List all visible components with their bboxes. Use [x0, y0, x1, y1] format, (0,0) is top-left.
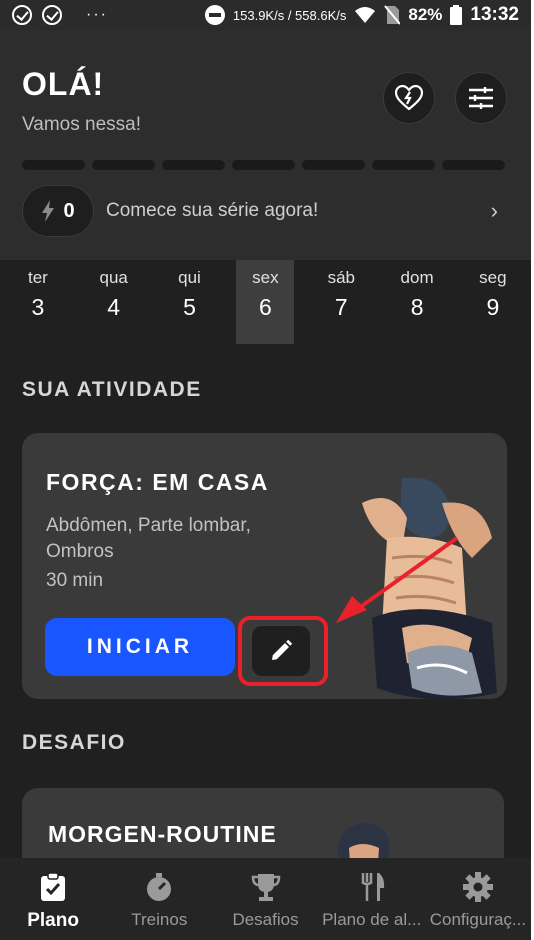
clock: 13:32: [470, 4, 519, 25]
battery-icon: [450, 5, 463, 25]
workout-title: FORÇA: EM CASA: [46, 469, 269, 495]
progress-segment: [442, 160, 505, 170]
streak-count: 0: [63, 199, 75, 222]
day-name: qua: [99, 268, 128, 287]
day-number: 3: [31, 294, 45, 320]
nav-tab-plano-alimentar[interactable]: Plano de al...: [319, 858, 425, 940]
activity-section-title: SUA ATIVIDADE: [22, 378, 202, 401]
nav-tab-plano[interactable]: Plano: [0, 858, 106, 940]
day-number: 7: [334, 294, 348, 320]
day-number: 8: [410, 294, 424, 320]
weekly-progress-segments: [22, 160, 505, 170]
nav-label: Plano: [27, 910, 79, 931]
day-tab-selected[interactable]: sex 6: [236, 260, 295, 344]
battery-level: 82%: [408, 5, 443, 24]
header-panel: OLÁ! Vamos nessa! 0 Comece sua série ago…: [0, 30, 531, 260]
progress-segment: [372, 160, 435, 170]
progress-segment: [302, 160, 365, 170]
gear-icon: [461, 870, 495, 904]
check-circle-icon: [12, 5, 32, 25]
day-number: 6: [258, 294, 272, 320]
streak-text: Comece sua série agora!: [106, 200, 319, 221]
check-circle-icon: [42, 5, 62, 25]
day-tab[interactable]: qui 5: [152, 260, 228, 344]
pencil-icon: [272, 639, 293, 660]
progress-segment: [22, 160, 85, 170]
nav-tab-configuracoes[interactable]: Configuraç...: [425, 858, 531, 940]
challenge-title: MORGEN-ROUTINE: [48, 821, 277, 847]
nav-label: Desafios: [232, 910, 299, 929]
edit-highlight-box: [238, 616, 328, 686]
day-tab[interactable]: dom 8: [379, 260, 455, 344]
network-speed: 153.9K/s / 558.6K/s: [232, 7, 347, 23]
day-selector: ter 3 qua 4 qui 5 sex 6 sáb 7 dom 8 seg …: [0, 260, 531, 344]
day-name: ter: [27, 268, 48, 287]
bottom-navigation: Plano Treinos Desafios Plano de al... Co…: [0, 858, 531, 940]
greeting-subtitle: Vamos nessa!: [22, 114, 141, 135]
day-tab[interactable]: seg 9: [455, 260, 531, 344]
workout-duration: 30 min: [46, 570, 104, 591]
day-number: 5: [183, 294, 196, 320]
progress-segment: [162, 160, 225, 170]
do-not-disturb-icon: [204, 5, 225, 25]
app-screen: ··· 153.9K/s / 558.6K/s 82% 13:32 OLÁ! V…: [0, 0, 531, 940]
chevron-right-icon: ›: [490, 198, 498, 223]
trophy-icon: [249, 870, 283, 904]
streak-row[interactable]: 0 Comece sua série agora! ›: [22, 185, 508, 237]
sliders-icon: [469, 87, 493, 109]
day-name: seg: [479, 268, 507, 287]
stopwatch-icon: [142, 870, 176, 904]
challenge-section-title: DESAFIO: [22, 731, 126, 754]
day-name: sáb: [327, 268, 355, 287]
day-name: dom: [400, 268, 434, 287]
edit-workout-button[interactable]: [252, 626, 310, 676]
day-number: 9: [486, 294, 500, 320]
workout-muscle-groups: Abdômen, Parte lombar, Ombros: [46, 515, 251, 562]
activity-card[interactable]: FORÇA: EM CASA Abdômen, Parte lombar, Om…: [22, 433, 507, 699]
heart-pulse-icon: [395, 85, 423, 111]
status-bar: ··· 153.9K/s / 558.6K/s 82% 13:32: [0, 0, 531, 30]
nav-tab-desafios[interactable]: Desafios: [212, 858, 318, 940]
more-notifications-icon: ···: [86, 6, 108, 23]
nav-label: Plano de al...: [322, 910, 422, 929]
nav-tab-treinos[interactable]: Treinos: [106, 858, 212, 940]
day-name: qui: [178, 268, 201, 287]
annotation-arrow: [336, 536, 459, 623]
progress-segment: [92, 160, 155, 170]
day-tab[interactable]: qua 4: [76, 260, 152, 344]
greeting-title: OLÁ!: [22, 66, 105, 102]
nav-label: Treinos: [131, 910, 188, 929]
wifi-icon: [355, 7, 376, 23]
health-button[interactable]: [383, 72, 435, 124]
start-workout-button[interactable]: INICIAR: [45, 618, 235, 676]
lightning-icon: [42, 200, 55, 222]
streak-badge: 0: [22, 185, 94, 237]
no-sim-icon: [384, 5, 401, 25]
nav-label: Configuraç...: [429, 910, 527, 929]
fork-knife-icon: [355, 870, 389, 904]
day-tab[interactable]: ter 3: [0, 260, 76, 344]
clipboard-check-icon: [36, 870, 70, 904]
day-name: sex: [252, 268, 279, 287]
progress-segment: [232, 160, 295, 170]
filter-settings-button[interactable]: [455, 72, 507, 124]
day-tab[interactable]: sáb 7: [303, 260, 379, 344]
day-number: 4: [107, 294, 121, 320]
